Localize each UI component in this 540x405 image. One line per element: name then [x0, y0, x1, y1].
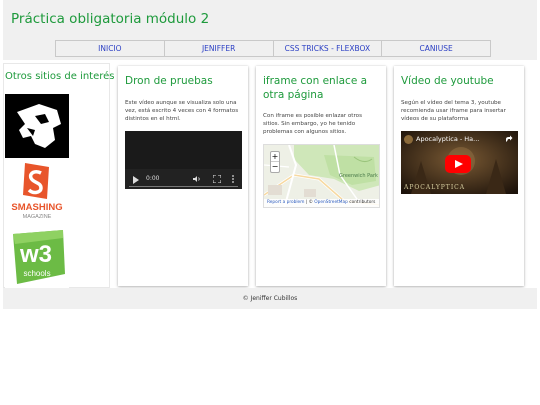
w3schools-logo: w3 schools	[13, 230, 65, 284]
card-title: iframe con enlace a otra página	[263, 75, 368, 101]
map-park-label: Greenwich Park	[339, 173, 378, 179]
codepen-logo-link[interactable]	[5, 94, 69, 158]
video-controls: 0:00	[125, 169, 242, 189]
youtube-embed[interactable]: Apocalyptica - Ha... APOCALYPTICA	[401, 131, 518, 194]
nav-item-inicio[interactable]: INICIO	[55, 40, 165, 57]
lion-head-icon	[17, 104, 61, 148]
thumbnail-caption: APOCALYPTICA	[404, 184, 466, 191]
svg-text:MAGAZINE: MAGAZINE	[23, 214, 52, 220]
nav-item-caniuse[interactable]: CANIUSE	[382, 40, 491, 57]
video-progress-bar[interactable]	[129, 186, 238, 187]
card-text: Este vídeo aunque se visualiza solo una …	[125, 100, 239, 122]
card-iframe: iframe con enlace a otra página Con ifra…	[256, 66, 386, 286]
card-youtube: Vídeo de youtube Según el vídeo del tema…	[394, 66, 524, 286]
w3schools-logo-link[interactable]: w3 schools	[5, 224, 69, 288]
page-title: Práctica obligatoria módulo 2	[11, 11, 210, 27]
volume-icon[interactable]	[193, 175, 201, 183]
map-attribution: Report a problem | © OpenStreetMap contr…	[264, 199, 379, 207]
sidebar-title: Otros sitios de interés	[5, 71, 115, 82]
fullscreen-icon[interactable]	[213, 175, 221, 183]
svg-text:w3: w3	[19, 241, 52, 268]
site-header: Práctica obligatoria módulo 2 INICIO JEN…	[3, 0, 537, 60]
youtube-video-title[interactable]: Apocalyptica - Ha...	[416, 135, 479, 143]
more-options-icon[interactable]	[231, 174, 235, 184]
svg-text:schools: schools	[23, 269, 50, 278]
video-player[interactable]: 0:00	[125, 131, 242, 189]
main-nav: INICIO JENIFFER CSS TRICKS - FLEXBOX CAN…	[55, 40, 491, 57]
card-text: Con iframe es posible enlazar otros siti…	[263, 113, 363, 135]
youtube-play-button[interactable]	[445, 155, 471, 173]
video-time: 0:00	[146, 175, 160, 182]
zoom-in-button[interactable]: +	[271, 152, 279, 162]
map-zoom-control: + −	[270, 151, 280, 173]
smashing-magazine-logo: SMASHING MAGAZINE	[11, 163, 63, 220]
map-embed[interactable]: + − Greenwich Park Report a problem | © …	[263, 144, 380, 208]
svg-text:SMASHING: SMASHING	[11, 202, 62, 213]
footer-copyright: © Jeniffer Cubillos	[242, 295, 298, 302]
site-footer: © Jeniffer Cubillos	[3, 288, 537, 309]
nav-item-jeniffer[interactable]: JENIFFER	[164, 40, 274, 57]
card-title: Dron de pruebas	[125, 75, 213, 87]
nav-item-css-tricks[interactable]: CSS TRICKS - FLEXBOX	[273, 40, 383, 57]
openstreetmap-link[interactable]: OpenStreetMap	[314, 200, 348, 205]
card-text: Según el vídeo del tema 3, youtube recom…	[401, 100, 506, 122]
attribution-separator: | ©	[304, 200, 315, 205]
card-title: Vídeo de youtube	[401, 75, 494, 87]
channel-avatar[interactable]	[404, 135, 413, 144]
main-content: Otros sitios de interés SMASHING MAGAZIN…	[3, 63, 537, 288]
play-icon[interactable]	[133, 176, 139, 184]
sidebar: Otros sitios de interés SMASHING MAGAZIN…	[3, 63, 115, 288]
smashing-magazine-logo-link[interactable]: SMASHING MAGAZINE	[5, 159, 69, 223]
card-dron: Dron de pruebas Este vídeo aunque se vis…	[118, 66, 248, 286]
report-problem-link[interactable]: Report a problem	[267, 200, 304, 205]
attribution-tail: contributors	[347, 200, 376, 205]
zoom-out-button[interactable]: −	[271, 162, 279, 172]
share-icon[interactable]	[505, 135, 513, 143]
